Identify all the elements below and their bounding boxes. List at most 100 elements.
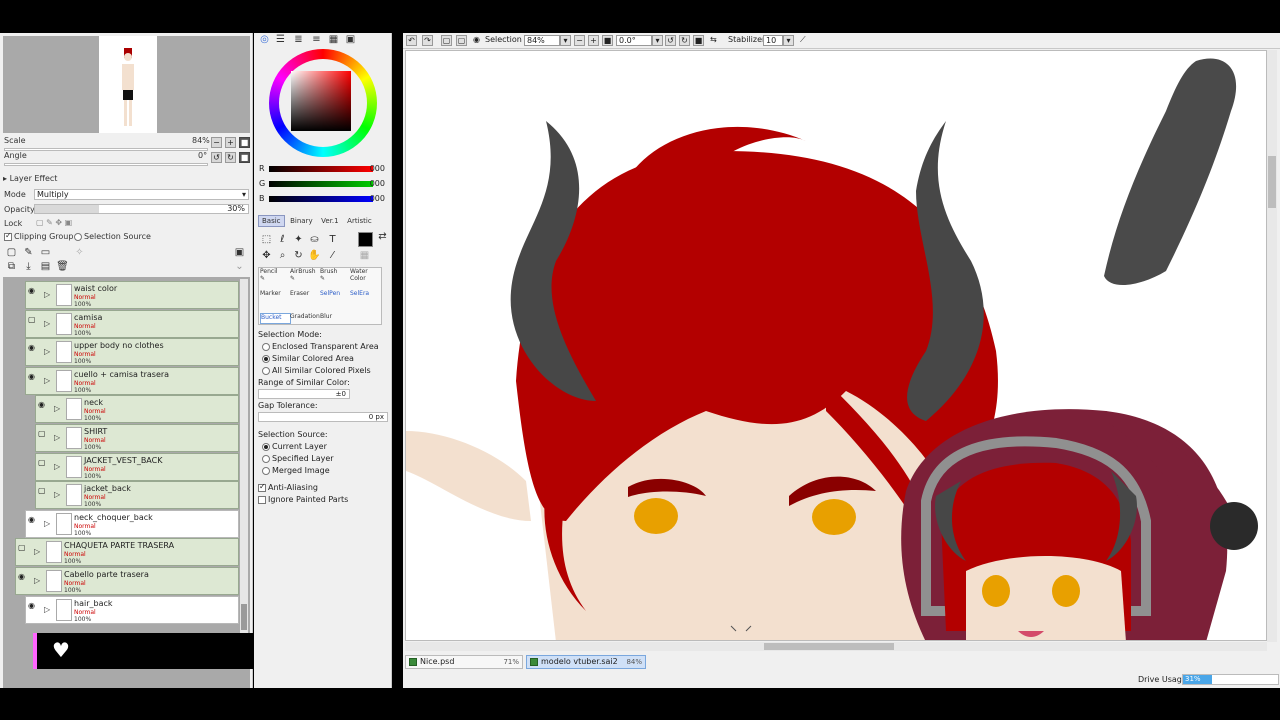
layer-row[interactable]: ◉ ▷ hair_back Normal 100% [25,595,239,624]
layer-row[interactable]: ◉ ▷ cuello + camisa trasera Normal 100% [25,366,239,395]
rotate-right-button[interactable]: ↻ [225,152,236,163]
expand-arrow-icon[interactable]: ▷ [44,290,50,299]
zoom-select[interactable]: 84% [524,35,560,46]
stabilizer-chevron-icon[interactable]: ▾ [783,35,794,46]
anti-aliasing-checkbox[interactable]: Anti-Aliasing [258,482,318,492]
rotate-left-button[interactable]: ↺ [211,152,222,163]
swatches-icon[interactable]: ≡ [310,33,323,46]
merge-down-icon[interactable]: ⤓ [22,260,35,273]
tab-binary[interactable]: Binary [287,216,316,226]
expand-arrow-icon[interactable]: ▷ [44,347,50,356]
zoom-reset-button[interactable]: ■ [239,137,250,148]
eye-hidden-icon[interactable]: ▢ [38,429,49,439]
expand-arrow-icon[interactable]: ▷ [34,547,40,556]
layer-row[interactable]: ▢ ▷ camisa Normal 100% [25,309,239,338]
transparent-color-icon[interactable]: ▦ [358,249,371,262]
source-specified-radio[interactable]: Specified Layer [262,454,334,463]
brush-gradation[interactable]: Gradation [290,313,321,324]
new-folder-icon[interactable]: ▭ [39,246,52,259]
layer-row[interactable]: ▢ ▷ jacket_back Normal 100% [35,481,239,510]
rotate-ccw-icon[interactable]: ↺ [665,35,676,46]
expand-arrow-icon[interactable]: ▷ [44,376,50,385]
brush-watercolor[interactable]: Water Color [350,268,381,292]
brush-brush[interactable]: Brush ✎ [320,268,351,292]
brush-bucket[interactable]: Bucket [260,313,291,324]
brush-selera[interactable]: SelEra [350,290,381,314]
expand-arrow-icon[interactable]: ▷ [44,519,50,528]
new-layer-icon[interactable]: ▢ [5,246,18,259]
source-current-radio[interactable]: Current Layer [262,442,327,451]
layer-effect-toggle[interactable]: ▸ Layer Effect [3,174,57,183]
layer-row[interactable]: ▢ ▷ JACKET_VEST_BACK Normal 100% [35,452,239,481]
layer-row[interactable]: ▢ ▷ SHIRT Normal 100% [35,424,239,452]
brush-pencil[interactable]: Pencil ✎ [260,268,291,292]
canvas-vscroll-thumb[interactable] [1268,156,1276,208]
eye-icon[interactable]: ◉ [28,601,39,611]
panel-menu-icon[interactable]: ▣ [233,246,246,259]
scale-slider[interactable] [4,148,208,151]
zoom-out-button[interactable]: − [211,137,222,148]
layer-row[interactable]: ◉ ▷ waist color Normal 100% [25,281,239,309]
blue-slider[interactable]: B 000 [259,194,389,206]
expand-arrow-icon[interactable]: ▷ [54,462,60,471]
expand-arrow-icon[interactable]: ▷ [54,433,60,442]
line-tool-icon[interactable]: ⟋ [800,35,806,45]
rect-select-icon[interactable]: ⬚ [260,233,273,246]
green-slider[interactable]: G 000 [259,179,389,191]
layer-row[interactable]: ◉ ▷ neck Normal 100% [35,395,239,424]
blend-mode-select[interactable]: Multiply ▾ [34,189,249,200]
primary-color-swatch[interactable] [358,232,373,247]
zoom-chevron-icon[interactable]: ▾ [560,35,571,46]
zoom-in-icon[interactable]: + [588,35,599,46]
tab-basic[interactable]: Basic [258,215,285,227]
expand-arrow-icon[interactable]: ▷ [34,576,40,585]
drawing-canvas[interactable] [405,50,1267,641]
layer-row[interactable]: ◉ ▷ Cabello parte trasera Normal 100% [15,567,239,595]
file-tab-modelo[interactable]: modelo vtuber.sai2 84% [526,655,646,669]
canvas-hscroll-thumb[interactable] [764,643,894,650]
ignore-painted-checkbox[interactable]: Ignore Painted Parts [258,495,348,504]
zoom-in-button[interactable]: + [225,137,236,148]
layer-scroll-thumb[interactable] [241,604,247,630]
rotate-reset-icon[interactable]: ■ [693,35,704,46]
eye-icon[interactable]: ◉ [28,372,39,382]
lasso-icon[interactable]: ℓ [276,233,289,246]
color-wheel-icon[interactable]: ◎ [258,33,271,46]
eye-icon[interactable]: ◉ [28,286,39,296]
mode-similar-radio[interactable]: Similar Colored Area [262,354,354,363]
mode-all-radio[interactable]: All Similar Colored Pixels [262,366,371,375]
red-slider[interactable]: R 000 [259,164,389,176]
copy-layer-icon[interactable]: ⧉ [5,260,18,273]
eye-icon[interactable]: ◉ [28,343,39,353]
redo-icon[interactable]: ↷ [422,35,433,46]
rotate-reset-button[interactable]: ■ [239,152,250,163]
undo-icon[interactable]: ↶ [406,35,417,46]
eye-icon[interactable]: ◉ [18,572,29,582]
fill-bucket-icon[interactable]: ⛀ [308,233,321,246]
scratchpad-icon[interactable]: ▦ [327,33,340,46]
brush-blur[interactable]: Blur [320,313,351,324]
zoom-icon[interactable]: ⌕ [276,249,289,262]
magic-wand-icon[interactable]: ✦ [292,233,305,246]
canvas-hscroll[interactable] [405,642,1267,651]
eye-hidden-icon[interactable]: ▢ [18,543,29,553]
text-tool-icon[interactable]: T [326,233,339,246]
expand-arrow-icon[interactable]: ▷ [44,605,50,614]
range-slider[interactable]: ±0 [258,389,350,399]
eye-icon[interactable]: ◉ [28,515,39,525]
layer-row[interactable]: ◉ ▷ neck_choquer_back Normal 100% [25,509,239,538]
expand-arrow-icon[interactable]: ▷ [54,490,60,499]
color-square[interactable] [291,71,351,131]
eye-icon[interactable]: ◉ [38,400,49,410]
expand-arrow-icon[interactable]: ▷ [44,319,50,328]
eye-hidden-icon[interactable]: ▢ [28,315,39,325]
rotate-icon[interactable]: ↻ [292,249,305,262]
rotate-cw-icon[interactable]: ↻ [679,35,690,46]
brush-marker[interactable]: Marker [260,290,291,314]
clear-layer-icon[interactable]: ▤ [39,260,52,273]
selection-visibility-icon[interactable]: ◉ [473,35,480,44]
tab-ver1[interactable]: Ver.1 [318,216,341,226]
rgb-slider-icon[interactable]: ☰ [274,33,287,46]
new-linework-icon[interactable]: ✎ [22,246,35,259]
brush-eraser[interactable]: Eraser [290,290,321,314]
